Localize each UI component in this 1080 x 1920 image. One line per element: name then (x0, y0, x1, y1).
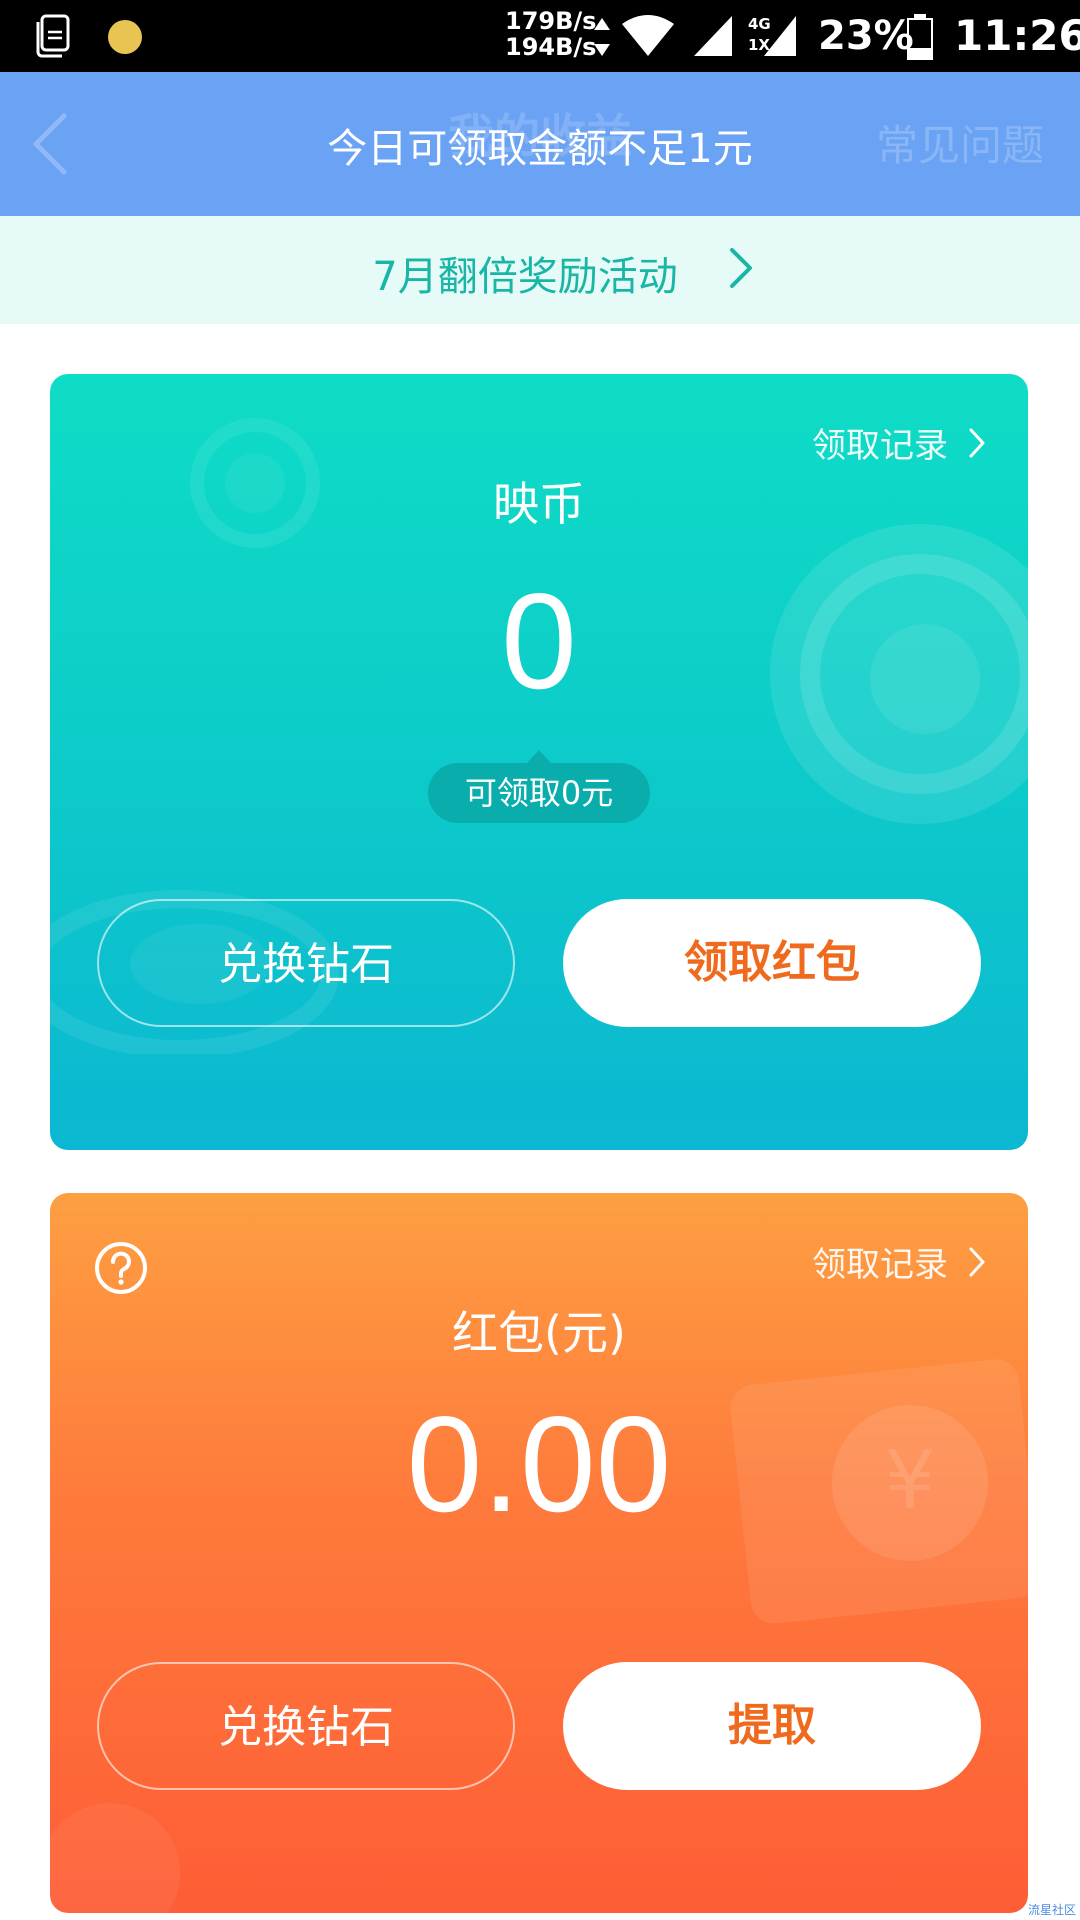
redpacket-title: 红包(元) (452, 1306, 626, 1360)
notification-dot-icon (108, 20, 142, 54)
signal-secondary-icon (764, 16, 796, 56)
redpacket-record-link[interactable]: 领取记录 (812, 1237, 986, 1286)
upload-speed: 179B/s (505, 7, 597, 35)
claim-redpacket-button[interactable]: 领取红包 (563, 899, 981, 1027)
coin-title: 映币 (493, 477, 585, 531)
claimable-pointer (527, 750, 551, 763)
header: 我的收益 今日可领取金额不足1元 常见问题 (0, 72, 1080, 216)
coin-record-link[interactable]: 领取记录 (812, 418, 986, 467)
redpacket-exchange-diamond-button[interactable]: 兑换钻石 (97, 1662, 515, 1790)
signal-icon (694, 16, 732, 56)
network-speed: 179B/s 194B/s (505, 8, 596, 60)
promo-label: 7月翻倍奖励活动 (372, 254, 678, 300)
document-icon (36, 14, 70, 58)
watermark: 流星社区 (1027, 1903, 1076, 1917)
status-bar: 179B/s 194B/s 4G 1X 23% 11:26 (0, 0, 1080, 72)
withdraw-button[interactable]: 提取 (563, 1662, 981, 1790)
chevron-right-icon (969, 428, 985, 457)
claimable-badge: 可领取0元 (428, 763, 650, 823)
data-arrows-icon (594, 18, 610, 56)
redpacket-card: ¥ 领取记录 红包(元) 0.00 兑换钻石 提取 (50, 1193, 1028, 1913)
download-speed: 194B/s (505, 33, 597, 61)
battery-icon (907, 14, 933, 60)
coin-record-label: 领取记录 (812, 426, 948, 466)
coin-amount: 0 (501, 565, 577, 717)
wifi-icon (622, 15, 674, 56)
coin-exchange-diamond-button[interactable]: 兑换钻石 (97, 899, 515, 1027)
chevron-right-icon (730, 248, 752, 288)
promo-banner[interactable]: 7月翻倍奖励活动 (0, 216, 1080, 324)
redpacket-record-label: 领取记录 (812, 1245, 948, 1285)
faq-link[interactable]: 常见问题 (876, 112, 1044, 173)
coin-card: 领取记录 映币 0 可领取0元 兑换钻石 领取红包 (50, 374, 1028, 1150)
clock: 11:26 (954, 11, 1080, 60)
help-icon[interactable] (94, 1241, 148, 1295)
battery-percent: 23% (818, 13, 914, 59)
redpacket-amount: 0.00 (406, 1388, 672, 1540)
chevron-right-icon (969, 1247, 985, 1276)
